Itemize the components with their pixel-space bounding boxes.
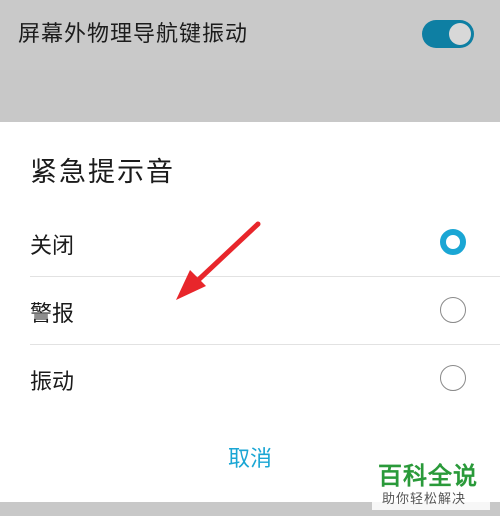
toggle-knob [449, 23, 471, 45]
watermark-title: 百科全说 [378, 462, 478, 490]
vibration-toggle [422, 20, 474, 48]
option-alarm[interactable]: 警报 [0, 276, 500, 344]
option-vibrate[interactable]: 振动 [0, 344, 500, 412]
option-label: 警报 [30, 302, 75, 327]
option-label: 关闭 [30, 234, 75, 259]
option-off[interactable]: 关闭 [0, 208, 500, 276]
radio-unselected-icon[interactable] [440, 297, 466, 323]
radio-selected-icon[interactable] [440, 229, 466, 255]
dimmed-overlay [0, 70, 500, 122]
cancel-button[interactable]: 取消 [200, 440, 300, 480]
radio-unselected-icon[interactable] [440, 365, 466, 391]
background-setting-label: 屏幕外物理导航键振动 [18, 22, 249, 47]
watermark-logo: 百科全说 助你轻松解决 [372, 454, 490, 510]
dialog-title: 紧急提示音 [30, 157, 175, 188]
watermark-subtitle: 助你轻松解决 [382, 492, 467, 507]
background-setting-row: 屏幕外物理导航键振动 [0, 0, 500, 70]
option-label: 振动 [30, 370, 75, 395]
emergency-sound-dialog: 紧急提示音 关闭 警报 振动 取消 [0, 122, 500, 502]
